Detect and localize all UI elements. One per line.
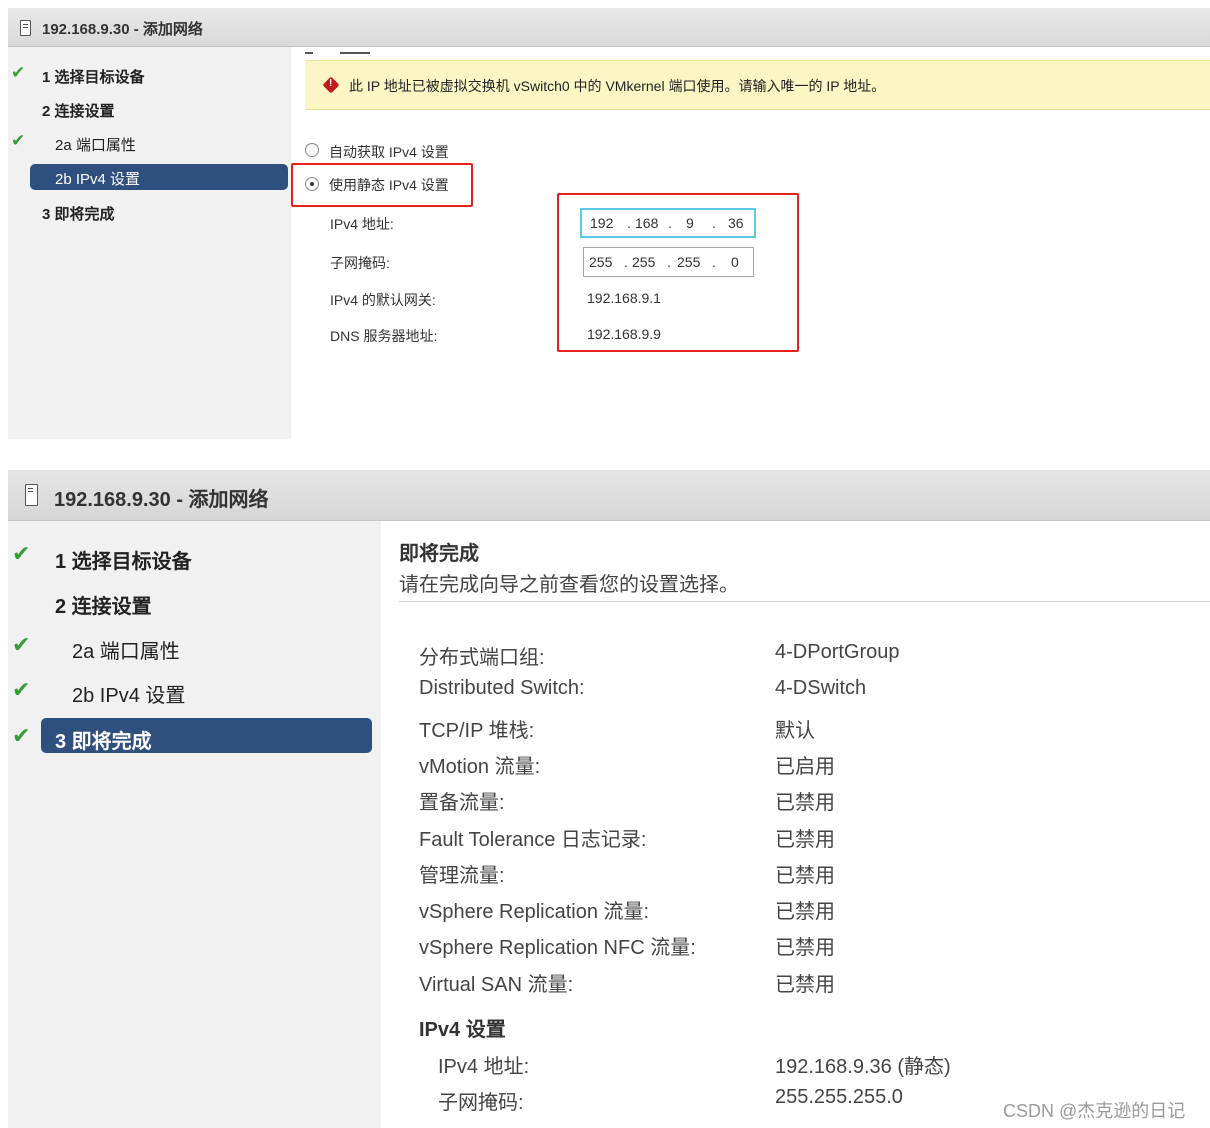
ipv4-address-input[interactable]: 192 . 168 . 9 . 36 xyxy=(580,208,756,238)
octet: 9 xyxy=(686,215,694,231)
summary-label: 置备流量: xyxy=(419,792,505,815)
octet: 192 xyxy=(590,215,614,231)
step-label: 2b IPv4 设置 xyxy=(55,171,141,188)
summary-label: vMotion 流量: xyxy=(419,755,541,778)
check-icon: ✔ xyxy=(12,541,31,566)
summary-value: 已禁用 xyxy=(775,864,835,887)
default-gateway-label: IPv4 的默认网关: xyxy=(330,292,436,308)
summary-label: Virtual SAN 流量: xyxy=(419,973,574,996)
summary-value: 4-DPortGroup xyxy=(775,641,900,663)
subnet-mask-input[interactable]: 255 . 255 . 255 . 0 xyxy=(583,247,754,277)
warning-text: 此 IP 地址已被虚拟交换机 vSwitch0 中的 VMkernel 端口使用… xyxy=(349,78,886,94)
radio-auto-ipv4[interactable] xyxy=(305,143,319,157)
summary-label: vSphere Replication NFC 流量: xyxy=(419,937,696,960)
step-port-properties[interactable]: 2a 端口属性 xyxy=(55,134,136,155)
octet: 255 xyxy=(589,254,613,270)
summary-value: 已启用 xyxy=(775,755,835,778)
step-connection-settings[interactable]: 2 连接设置 xyxy=(55,590,152,619)
dns-server-value: 192.168.9.9 xyxy=(587,326,661,342)
check-icon: ✔ xyxy=(12,632,31,657)
summary-label: 管理流量: xyxy=(419,864,505,887)
summary-label: IPv4 地址: xyxy=(438,1056,530,1078)
step-label: 3 即将完成 xyxy=(55,731,152,753)
check-icon: ✔ xyxy=(11,63,26,82)
check-icon: ✔ xyxy=(11,131,26,150)
radio-static-ipv4[interactable] xyxy=(305,177,319,191)
octet: 255 xyxy=(677,254,701,270)
heading-fragment xyxy=(305,52,313,54)
check-icon: ✔ xyxy=(12,723,31,748)
wizard-titlebar: 192.168.9.30 - 添加网络 xyxy=(8,470,1210,521)
wizard-titlebar: 192.168.9.30 - 添加网络 xyxy=(8,8,1210,47)
summary-value: 255.255.255.0 xyxy=(775,1086,903,1108)
octet: 0 xyxy=(731,254,739,270)
subnet-mask-label: 子网掩码: xyxy=(330,255,390,271)
summary-value: 已禁用 xyxy=(775,937,835,960)
host-icon xyxy=(20,20,31,36)
step-ready-to-complete[interactable]: 3 即将完成 xyxy=(42,203,115,224)
dns-server-label: DNS 服务器地址: xyxy=(330,328,438,344)
check-icon: ✔ xyxy=(12,677,31,702)
window-title: 192.168.9.30 - 添加网络 xyxy=(42,21,203,38)
summary-value: 已禁用 xyxy=(775,792,835,815)
step-port-properties[interactable]: 2a 端口属性 xyxy=(72,635,180,664)
summary-value: 已禁用 xyxy=(775,973,835,996)
ipv4-section-title: IPv4 设置 xyxy=(419,1019,506,1041)
warning-banner: ! 此 IP 地址已被虚拟交换机 vSwitch0 中的 VMkernel 端口… xyxy=(305,60,1210,110)
summary-value: 192.168.9.36 (静态) xyxy=(775,1056,951,1078)
heading-fragment xyxy=(340,52,370,54)
summary-label: Distributed Switch: xyxy=(419,677,585,700)
summary-label: 子网掩码: xyxy=(438,1092,524,1114)
summary-label: vSphere Replication 流量: xyxy=(419,901,650,924)
octet: 168 xyxy=(635,215,659,231)
summary-value: 已禁用 xyxy=(775,828,835,851)
step-ipv4-settings[interactable]: 2b IPv4 设置 xyxy=(72,679,185,708)
step-select-target[interactable]: 1 选择目标设备 xyxy=(42,66,145,87)
radio-static-ipv4-label: 使用静态 IPv4 设置 xyxy=(329,177,449,193)
window-title: 192.168.9.30 - 添加网络 xyxy=(54,489,269,511)
summary-label: TCP/IP 堆栈: xyxy=(419,719,535,742)
summary-label: 分布式端口组: xyxy=(419,647,545,669)
page-title: 即将完成 xyxy=(399,543,479,565)
step-ready-to-complete-selected[interactable]: 3 即将完成 xyxy=(41,718,372,753)
divider xyxy=(399,601,1210,602)
watermark: CSDN @杰克逊的日记 xyxy=(1003,1101,1186,1121)
radio-auto-ipv4-label: 自动获取 IPv4 设置 xyxy=(329,144,449,160)
summary-value: 默认 xyxy=(775,719,815,742)
default-gateway-value: 192.168.9.1 xyxy=(587,290,661,306)
summary-value: 4-DSwitch xyxy=(775,677,867,700)
step-ipv4-settings-selected[interactable]: 2b IPv4 设置 xyxy=(30,164,288,190)
step-connection-settings[interactable]: 2 连接设置 xyxy=(42,100,115,121)
step-select-target[interactable]: 1 选择目标设备 xyxy=(55,545,192,574)
host-icon xyxy=(25,484,38,506)
ipv4-address-label: IPv4 地址: xyxy=(330,216,394,232)
octet: 255 xyxy=(632,254,656,270)
summary-value: 已禁用 xyxy=(775,901,835,924)
summary-label: Fault Tolerance 日志记录: xyxy=(419,828,647,851)
octet: 36 xyxy=(728,215,744,231)
page-subtitle: 请在完成向导之前查看您的设置选择。 xyxy=(399,574,739,596)
